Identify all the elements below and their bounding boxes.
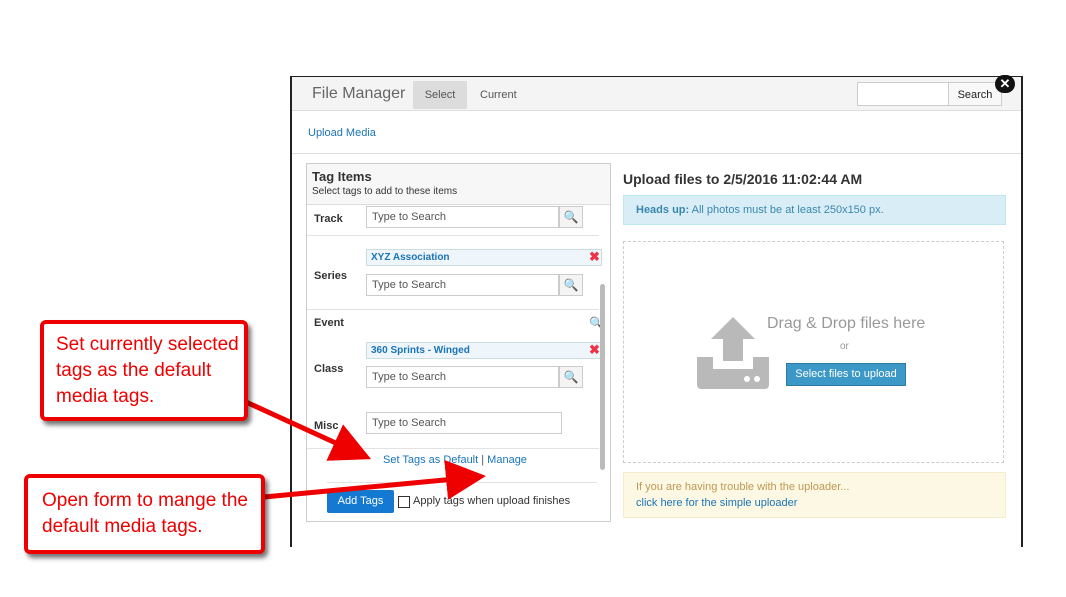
window-title: File Manager [312,85,406,102]
series-search-field[interactable]: Type to Search [366,274,559,296]
misc-label: Misc [314,420,339,432]
callout-set-default: Set currently selected tags as the defau… [40,320,248,421]
misc-search-field[interactable]: Type to Search [366,412,562,434]
apply-tags-label: Apply tags when upload finishes [413,495,571,507]
uploader-trouble-box: If you are having trouble with the uploa… [623,472,1006,518]
upload-icon [697,317,769,389]
tag-panel-title: Tag Items [312,169,372,184]
trouble-text: If you are having trouble with the uploa… [636,481,850,493]
search-input[interactable] [857,82,949,106]
or-text: or [840,341,849,352]
tag-items-panel: Tag Items Select tags to add to these it… [306,163,611,522]
alert-strong: Heads up: [636,204,690,216]
class-search-field[interactable]: Type to Search [366,366,559,388]
series-tag-chip: XYZ Association [366,249,602,266]
callout-manage: Open form to mange the default media tag… [24,474,265,554]
search-icon[interactable]: 🔍 [559,274,583,296]
add-tags-button[interactable]: Add Tags [327,490,394,513]
remove-tag-icon[interactable]: ✖ [589,343,600,357]
link-separator: | [481,454,485,466]
close-icon[interactable]: ✕ [995,75,1015,93]
drop-text: Drag & Drop files here [767,315,926,332]
divider [292,153,1021,154]
divider [307,309,599,310]
tab-current[interactable]: Current [480,81,517,109]
class-tag-chip: 360 Sprints - Winged [366,342,602,359]
search-icon[interactable]: 🔍 [559,366,583,388]
apply-tags-checkbox[interactable] [398,496,410,508]
divider [327,482,597,483]
divider [307,448,599,449]
tag-panel-header: Tag Items Select tags to add to these it… [307,164,610,205]
drop-zone[interactable] [623,241,1004,463]
series-label: Series [314,270,348,282]
select-files-button[interactable]: Select files to upload [786,363,906,386]
remove-tag-icon[interactable]: ✖ [589,250,600,264]
class-label: Class [314,363,344,375]
tag-panel-subtitle: Select tags to add to these items [312,186,458,197]
tab-select[interactable]: Select [413,81,467,109]
track-label: Track [314,213,343,225]
search-button[interactable]: Search [948,82,1002,106]
track-search-field[interactable]: Type to Search [366,206,559,228]
upload-media-link[interactable]: Upload Media [308,127,376,139]
manage-link[interactable]: Manage [487,454,527,466]
set-tags-as-default-link[interactable]: Set Tags as Default [383,454,478,466]
simple-uploader-link[interactable]: click here for the simple uploader [636,497,797,509]
event-label: Event [314,317,344,329]
alert-text: All photos must be at least 250x150 px. [691,204,884,216]
file-manager-window: File Manager Select Current Search ✕ Upl… [290,75,1023,547]
search-icon[interactable]: 🔍 [559,206,583,228]
window-header: File Manager Select Current Search ✕ [292,75,1021,111]
tag-links: Set Tags as Default | Manage [383,454,527,466]
info-alert: Heads up: All photos must be at least 25… [623,195,1006,225]
divider [307,235,599,236]
upload-title: Upload files to 2/5/2016 11:02:44 AM [623,171,863,187]
scrollbar[interactable] [600,284,605,470]
